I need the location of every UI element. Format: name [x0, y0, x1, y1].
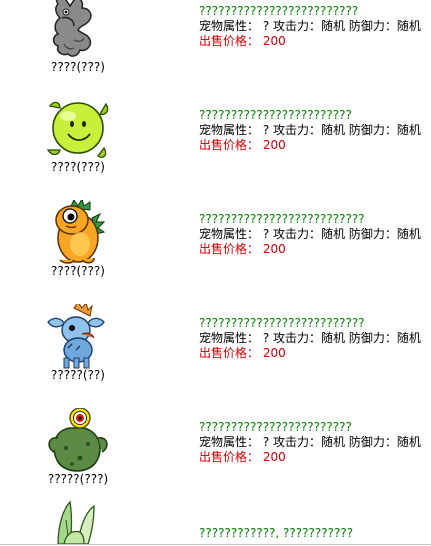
pet-info: ????????????, ???????????	[199, 526, 431, 541]
green-leaf-pet-icon[interactable]	[44, 500, 110, 544]
attr-value: ?	[262, 435, 270, 449]
price-value: 200	[262, 346, 286, 360]
pet-list-item: ????(???) ?????????????????????????? 宠物属…	[0, 200, 431, 304]
attack-label: 攻击力：	[273, 123, 322, 137]
attack-value: 随机	[321, 435, 346, 449]
defense-value: 随机	[396, 19, 421, 33]
defense-label: 防御力：	[348, 227, 397, 241]
orange-lizard-pet-icon[interactable]	[44, 200, 110, 266]
pet-shop-list: ????(???) ????????????????????????? 宠物属性…	[0, 0, 431, 546]
price-value: 200	[262, 34, 286, 48]
price-line: 出售价格： 200	[199, 346, 431, 361]
attack-label: 攻击力：	[273, 227, 322, 241]
pet-info: ?????????????????????????? 宠物属性： ? 攻击力：随…	[199, 212, 431, 257]
pet-stats-line: 宠物属性： ? 攻击力：随机 防御力：随机	[199, 19, 431, 34]
pet-caption: ????(???)	[51, 160, 105, 174]
pet-list-item: ????(???) ????????????????????????? 宠物属性…	[0, 0, 431, 100]
defense-label: 防御力：	[348, 331, 397, 345]
defense-value: 随机	[396, 435, 421, 449]
pet-name-link[interactable]: ?????????????????????????	[199, 4, 431, 19]
attr-label: 宠物属性：	[199, 227, 260, 241]
attack-label: 攻击力：	[273, 435, 322, 449]
price-value: 200	[262, 138, 286, 152]
attack-label: 攻击力：	[273, 19, 322, 33]
green-smiley-pet-icon[interactable]	[44, 96, 110, 162]
attr-value: ?	[262, 227, 270, 241]
price-line: 出售价格： 200	[199, 450, 431, 465]
defense-value: 随机	[396, 331, 421, 345]
price-label: 出售价格：	[199, 242, 260, 256]
price-line: 出售价格： 200	[199, 34, 431, 49]
attack-value: 随机	[321, 227, 346, 241]
pet-thumbnail-cell[interactable]: ????(???)	[36, 200, 120, 304]
pet-stats-line: 宠物属性： ? 攻击力：随机 防御力：随机	[199, 331, 431, 346]
pet-thumbnail-cell[interactable]: ?????(??)	[36, 304, 120, 408]
attr-value: ?	[262, 123, 270, 137]
attack-value: 随机	[321, 331, 346, 345]
pet-info: ???????????????????????? 宠物属性： ? 攻击力：随机 …	[199, 108, 431, 153]
price-value: 200	[262, 450, 286, 464]
attr-value: ?	[262, 331, 270, 345]
pet-name-link[interactable]: ??????????????????????????	[199, 316, 431, 331]
pet-caption: ????(???)	[51, 60, 105, 74]
pet-name-link[interactable]: ????????????????????????	[199, 420, 431, 435]
attr-value: ?	[262, 19, 270, 33]
pet-stats-line: 宠物属性： ? 攻击力：随机 防御力：随机	[199, 123, 431, 138]
attr-label: 宠物属性：	[199, 123, 260, 137]
defense-label: 防御力：	[348, 19, 397, 33]
defense-label: 防御力：	[348, 123, 397, 137]
attr-label: 宠物属性：	[199, 435, 260, 449]
pet-list-item: ?????(??) ?????????????????????????? 宠物属…	[0, 304, 431, 408]
pet-stats-line: 宠物属性： ? 攻击力：随机 防御力：随机	[199, 227, 431, 242]
pet-list-item: ????????????, ???????????	[0, 500, 431, 544]
price-label: 出售价格：	[199, 138, 260, 152]
blue-horned-pet-icon[interactable]	[44, 304, 110, 370]
pet-list-item: ?????(???) ???????????????????????? 宠物属性…	[0, 408, 431, 512]
pet-stats-line: 宠物属性： ? 攻击力：随机 防御力：随机	[199, 435, 431, 450]
attr-label: 宠物属性：	[199, 19, 260, 33]
green-eyeball-pet-icon[interactable]	[44, 408, 110, 474]
pet-info: ?????????????????????????? 宠物属性： ? 攻击力：随…	[199, 316, 431, 361]
bottom-divider	[0, 544, 431, 545]
price-label: 出售价格：	[199, 346, 260, 360]
pet-thumbnail-cell[interactable]	[36, 500, 120, 544]
pet-caption: ?????(???)	[47, 472, 109, 486]
price-line: 出售价格： 200	[199, 242, 431, 257]
price-label: 出售价格：	[199, 450, 260, 464]
pet-thumbnail-cell[interactable]: ????(???)	[36, 96, 120, 200]
pet-info: ???????????????????????? 宠物属性： ? 攻击力：随机 …	[199, 420, 431, 465]
gray-ghost-pet-icon[interactable]	[44, 0, 110, 62]
pet-name-link[interactable]: ????????????????????????	[199, 108, 431, 123]
pet-caption: ?????(??)	[51, 368, 105, 382]
pet-info: ????????????????????????? 宠物属性： ? 攻击力：随机…	[199, 4, 431, 49]
pet-list-item: ????(???) ???????????????????????? 宠物属性：…	[0, 96, 431, 200]
attack-label: 攻击力：	[273, 331, 322, 345]
pet-thumbnail-cell[interactable]: ????(???)	[36, 0, 120, 100]
price-line: 出售价格： 200	[199, 138, 431, 153]
defense-value: 随机	[396, 227, 421, 241]
attr-label: 宠物属性：	[199, 331, 260, 345]
pet-name-link[interactable]: ????????????, ???????????	[199, 526, 431, 541]
price-label: 出售价格：	[199, 34, 260, 48]
defense-label: 防御力：	[348, 435, 397, 449]
defense-value: 随机	[396, 123, 421, 137]
attack-value: 随机	[321, 123, 346, 137]
price-value: 200	[262, 242, 286, 256]
pet-caption: ????(???)	[51, 264, 105, 278]
pet-name-link[interactable]: ??????????????????????????	[199, 212, 431, 227]
pet-thumbnail-cell[interactable]: ?????(???)	[36, 408, 120, 512]
attack-value: 随机	[321, 19, 346, 33]
